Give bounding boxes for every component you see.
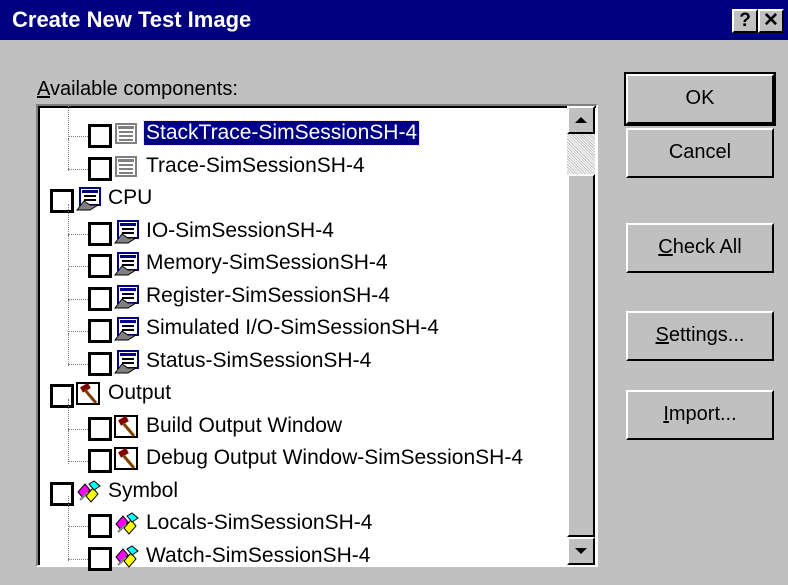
check-all-button[interactable]: Check All <box>626 223 774 273</box>
tree-item-checkbox[interactable] <box>88 514 112 538</box>
cpu-icon <box>113 252 140 276</box>
tree-item-label: Memory-SimSessionSH-4 <box>146 251 388 274</box>
available-components-label: Available components: <box>37 78 238 100</box>
tree-item-checkbox[interactable] <box>88 319 112 343</box>
tree-item[interactable]: Simulated I/O-SimSessionSH-4 <box>40 301 560 345</box>
tree-item-checkbox[interactable] <box>88 449 112 473</box>
up-arrow-icon <box>575 117 587 123</box>
tree-item[interactable]: Locals-SimSessionSH-4 <box>40 496 560 540</box>
tree-item-checkbox[interactable] <box>88 156 112 181</box>
tree-item[interactable]: CPU <box>40 183 560 215</box>
tree-item[interactable]: Trace-SimSessionSH-4 <box>40 138 560 183</box>
tree-item[interactable]: Register-SimSessionSH-4 <box>40 268 560 313</box>
components-tree[interactable]: StackTrace-SimSessionSH-4 Trace-SimSessio… <box>36 104 598 571</box>
tree-item-label: Symbol <box>108 478 179 502</box>
cpu-icon <box>113 349 140 374</box>
tree-item-label: StackTrace-SimSessionSH-4 <box>142 120 421 146</box>
settings-button[interactable]: Settings... <box>626 311 774 361</box>
tree-item[interactable]: Watch-SimSessionSH-4 <box>40 528 560 573</box>
tree-item-checkbox[interactable] <box>50 189 74 213</box>
tree-item-label: Output <box>108 381 172 404</box>
tree-item-checkbox[interactable] <box>88 416 112 441</box>
window-title: Create New Test Image <box>12 7 252 32</box>
help-button[interactable]: ? <box>732 9 758 33</box>
tree-item[interactable]: Build Output Window <box>40 398 560 443</box>
tree-item[interactable]: Output <box>40 378 560 410</box>
cpu-icon <box>75 187 102 211</box>
tree-item-checkbox[interactable] <box>50 384 74 408</box>
tree-item-label: Debug Output Window-SimSessionSH-4 <box>146 446 523 469</box>
import-button[interactable]: Import... <box>626 390 774 440</box>
components-tree-viewport: StackTrace-SimSessionSH-4 Trace-SimSessio… <box>38 106 596 571</box>
scroll-thumb[interactable] <box>567 174 595 537</box>
tree-item-label: Trace-SimSessionSH-4 <box>146 153 365 177</box>
tree-item[interactable]: Memory-SimSessionSH-4 <box>40 236 560 280</box>
symbol-icon <box>76 479 102 504</box>
tree-item-label: CPU <box>108 186 153 209</box>
tree-item-label: Status-SimSessionSH-4 <box>146 348 372 372</box>
tree-item-label: Locals-SimSessionSH-4 <box>146 511 373 534</box>
tree-item[interactable]: Symbol <box>40 476 560 508</box>
close-button[interactable]: ✕ <box>758 9 784 33</box>
symbol-icon <box>114 544 140 569</box>
hammer-icon <box>114 414 140 439</box>
scroll-up-button[interactable] <box>567 106 595 134</box>
cpu-icon <box>113 284 140 309</box>
symbol-icon <box>114 512 140 536</box>
tree-item-label: IO-SimSessionSH-4 <box>146 218 334 242</box>
cpu-icon <box>113 219 140 244</box>
tree-item-checkbox[interactable] <box>88 124 112 148</box>
tree-item-checkbox[interactable] <box>88 221 112 246</box>
tree-item-checkbox[interactable] <box>88 546 112 571</box>
tree-item[interactable]: Debug Output Window-SimSessionSH-4 <box>40 431 560 475</box>
cpu-icon <box>113 317 140 341</box>
trace-icon <box>114 122 140 146</box>
close-icon: ✕ <box>763 10 779 31</box>
tree-item[interactable]: StackTrace-SimSessionSH-4 <box>40 106 560 150</box>
tree-item-checkbox[interactable] <box>88 254 112 278</box>
tree-item[interactable]: Status-SimSessionSH-4 <box>40 333 560 378</box>
tree-item-checkbox[interactable] <box>88 351 112 376</box>
tree-item-checkbox[interactable] <box>50 481 74 506</box>
trace-icon <box>114 155 140 179</box>
title-bar: Create New Test Image ? ✕ <box>0 0 788 40</box>
vertical-scrollbar[interactable] <box>567 106 595 565</box>
hammer-icon <box>76 382 102 406</box>
tree-item-label: Register-SimSessionSH-4 <box>146 283 390 307</box>
tree-item[interactable]: IO-SimSessionSH-4 <box>40 203 560 248</box>
cancel-button[interactable]: Cancel <box>626 128 774 178</box>
tree-item-label: Build Output Window <box>146 413 343 437</box>
down-arrow-icon <box>575 548 587 554</box>
hammer-icon <box>114 447 140 471</box>
scroll-down-button[interactable] <box>567 537 595 565</box>
tree-item-checkbox[interactable] <box>88 286 112 311</box>
tree-item-label: Watch-SimSessionSH-4 <box>146 543 371 567</box>
ok-button[interactable]: OK <box>624 72 776 126</box>
tree-item-label: Simulated I/O-SimSessionSH-4 <box>146 316 439 339</box>
